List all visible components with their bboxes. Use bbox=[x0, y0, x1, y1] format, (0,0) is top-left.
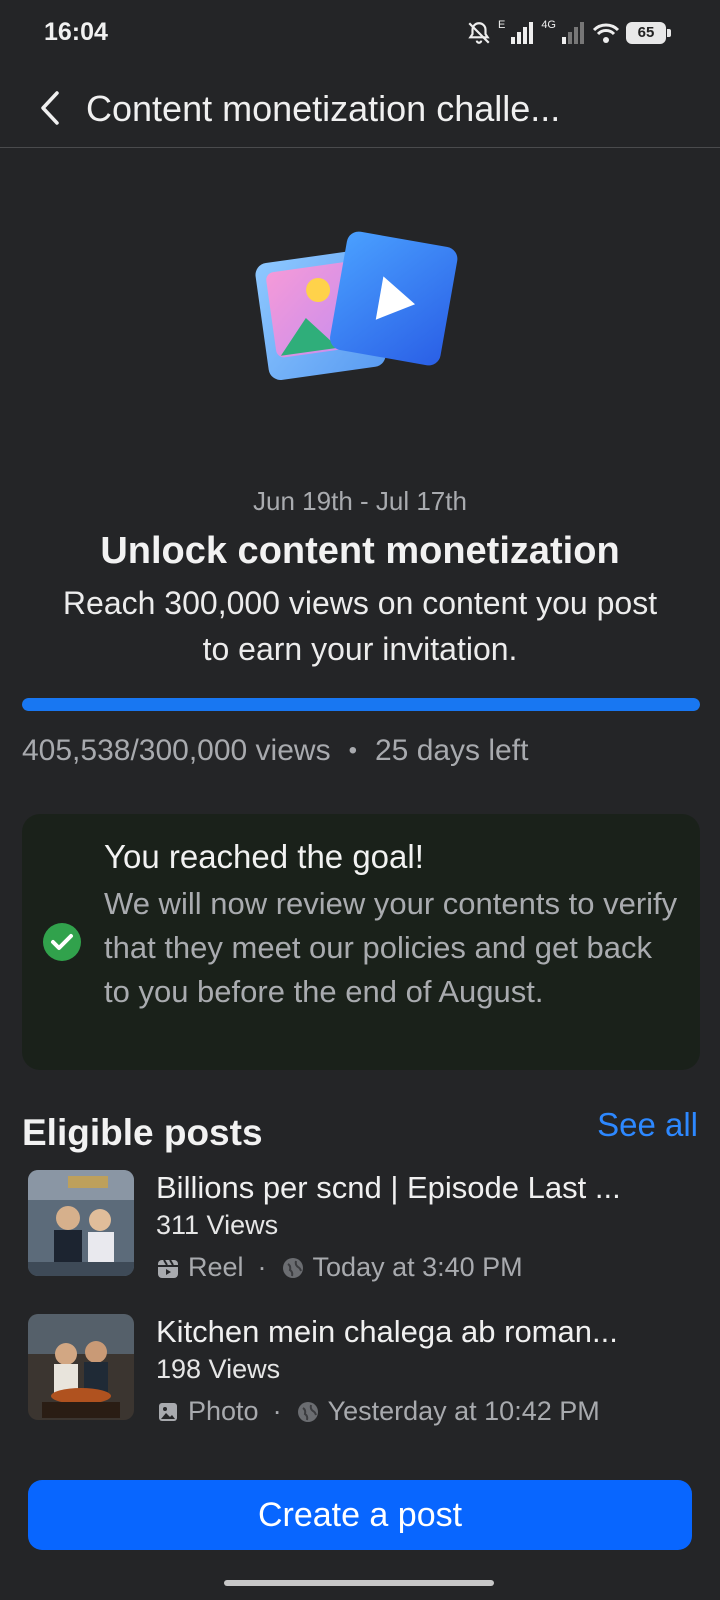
photo-icon bbox=[159, 1402, 177, 1421]
post-title: Kitchen mein chalega ab roman... bbox=[156, 1314, 618, 1349]
challenge-stats: 405,538/300,000 views • 25 days left bbox=[22, 734, 528, 768]
post-views: 311 Views bbox=[156, 1210, 279, 1240]
post-thumbnail bbox=[28, 1314, 134, 1420]
days-left-text: 25 days left bbox=[374, 734, 529, 767]
challenge-description: Reach 300,000 views on content you post … bbox=[62, 585, 658, 667]
status-bar: 16:04 E 4G 65 bbox=[0, 0, 720, 66]
goal-reached-card: You reached the goal! We will now review… bbox=[22, 814, 700, 1070]
reel-icon bbox=[158, 1258, 178, 1278]
post-time: Yesterday at 10:42 PM bbox=[327, 1396, 600, 1426]
post-meta: Photo · Yesterday at 10:42 PM bbox=[156, 1396, 600, 1427]
post-views: 198 Views bbox=[156, 1354, 281, 1384]
battery-indicator: 65 bbox=[626, 22, 671, 44]
post-type: Reel bbox=[188, 1252, 244, 1282]
signal-4g-label: 4G bbox=[541, 19, 556, 31]
top-bar: Content monetization challe... bbox=[0, 70, 720, 148]
globe-icon bbox=[282, 1257, 303, 1278]
back-button[interactable] bbox=[30, 86, 70, 130]
signal-icon bbox=[511, 22, 534, 44]
wifi-icon bbox=[592, 23, 620, 43]
goal-title: You reached the goal! bbox=[104, 838, 424, 875]
eligible-posts-title: Eligible posts bbox=[22, 1112, 263, 1153]
post-type: Photo bbox=[188, 1396, 259, 1426]
mute-icon bbox=[468, 22, 490, 44]
status-time: 16:04 bbox=[44, 18, 108, 46]
meta-separator: · bbox=[272, 1396, 282, 1426]
status-icons: E 4G 65 bbox=[466, 18, 671, 48]
goal-body: We will now review your contents to veri… bbox=[104, 886, 678, 1009]
post-item[interactable]: Kitchen mein chalega ab roman... 198 Vie… bbox=[28, 1314, 698, 1426]
signal-e-label: E bbox=[497, 19, 506, 31]
home-indicator[interactable] bbox=[224, 1580, 494, 1586]
media-illustration bbox=[250, 218, 470, 398]
views-progress-fill bbox=[22, 698, 700, 711]
chevron-left-icon bbox=[41, 91, 59, 125]
signal-icon-secondary bbox=[562, 22, 584, 44]
challenge-headline: Unlock content monetization bbox=[100, 530, 620, 572]
stats-separator: • bbox=[348, 737, 357, 764]
views-progress-bar bbox=[22, 698, 700, 711]
views-progress-text: 405,538/300,000 views bbox=[22, 734, 331, 767]
page-title: Content monetization challe... bbox=[86, 88, 561, 129]
post-thumbnail bbox=[28, 1170, 134, 1276]
challenge-date-range: Jun 19th - Jul 17th bbox=[253, 486, 467, 516]
create-post-button[interactable]: Create a post bbox=[28, 1480, 692, 1550]
post-title: Billions per scnd | Episode Last ... bbox=[156, 1170, 621, 1205]
see-all-link[interactable]: See all bbox=[597, 1106, 698, 1144]
post-time: Today at 3:40 PM bbox=[312, 1252, 523, 1282]
check-circle-icon bbox=[43, 923, 81, 961]
meta-separator: · bbox=[257, 1252, 267, 1282]
globe-icon bbox=[297, 1401, 318, 1422]
post-item[interactable]: Billions per scnd | Episode Last ... 311… bbox=[28, 1170, 698, 1282]
post-meta: Reel · Today at 3:40 PM bbox=[156, 1252, 523, 1283]
